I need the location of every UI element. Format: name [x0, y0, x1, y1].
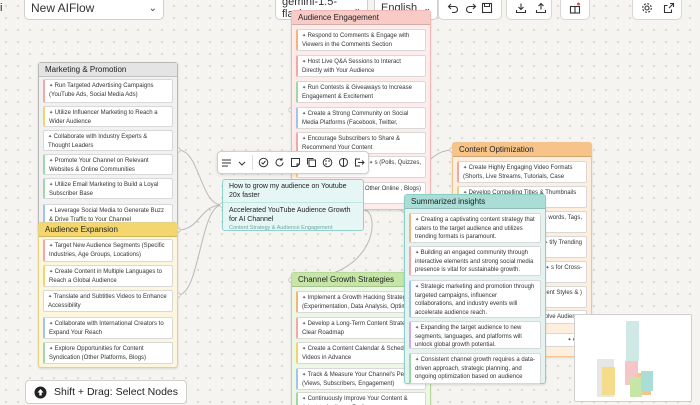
- copy-icon: [307, 158, 317, 167]
- brain-button[interactable]: [336, 157, 352, 168]
- list-item[interactable]: Create Highly Engaging Video Formats (Sh…: [457, 161, 587, 183]
- flow-name: New AIFlow: [31, 1, 95, 15]
- root-answer: Accelerated YouTube Audience Growth for …: [229, 207, 351, 223]
- list-item[interactable]: Run Targeted Advertising Campaigns (YouT…: [43, 79, 173, 103]
- refresh-icon: [275, 158, 284, 167]
- list-item[interactable]: Utilize Influencer Marketing to Reach a …: [43, 106, 173, 127]
- dropdown-button[interactable]: [234, 159, 250, 167]
- templates-button[interactable]: [562, 0, 588, 20]
- list-item[interactable]: Translate and Subtitles Videos to Enhanc…: [43, 290, 173, 312]
- save-button[interactable]: [474, 0, 500, 20]
- gift-icon: [569, 2, 581, 14]
- caret-down-icon: [238, 161, 246, 166]
- node-title: Marketing & Promotion: [39, 63, 177, 77]
- node-root[interactable]: How to grow my audience on Youtube 20x f…: [222, 179, 364, 231]
- node-title: Content Optimization: [453, 143, 591, 157]
- download-icon: [515, 3, 527, 14]
- list-item[interactable]: Respond to Comments & Engage with Viewer…: [296, 29, 426, 51]
- root-tag: Content Strategy & Audience Engagement: [229, 225, 333, 231]
- list-item[interactable]: Run Contests & Giveaways to Increase Eng…: [296, 81, 426, 103]
- root-question: How to grow my audience on Youtube 20x f…: [223, 180, 363, 203]
- export-icon: [355, 158, 366, 167]
- list-item[interactable]: Host Live Q&A Sessions to Interact Direc…: [296, 55, 426, 77]
- list-item[interactable]: Collaborate with International Creators …: [43, 317, 173, 339]
- flow-menu-stub[interactable]: i: [0, 2, 2, 14]
- node-menu-button[interactable]: [218, 158, 234, 168]
- list-item[interactable]: Expanding the target audience to new seg…: [409, 321, 541, 349]
- color-button[interactable]: [320, 157, 336, 168]
- list-item[interactable]: Continuously Improve Your Content & Adap…: [296, 392, 426, 405]
- share-button[interactable]: [656, 0, 682, 20]
- minimap-node: [641, 371, 653, 391]
- shortcut-hint: Shift + Drag: Select Nodes: [25, 380, 188, 404]
- node-title: Audience Engagement: [292, 11, 430, 25]
- upload-icon: [535, 2, 547, 14]
- list-item[interactable]: Creating a captivating content strategy …: [409, 213, 541, 243]
- node-title: Summarized insights: [405, 195, 545, 209]
- node-summarized-insights[interactable]: Summarized insights Creating a captivati…: [404, 194, 546, 384]
- brain-icon: [339, 158, 349, 167]
- node-audience-expansion[interactable]: Audience Expansion Target New Audience S…: [38, 222, 178, 368]
- minimap-node: [626, 321, 639, 361]
- menu-icon: [221, 159, 231, 166]
- note-button[interactable]: [287, 157, 303, 168]
- list-item[interactable]: Target New Audience Segments (Specific I…: [43, 239, 173, 262]
- node-marketing-promotion[interactable]: Marketing & Promotion Run Targeted Adver…: [38, 62, 178, 234]
- list-item[interactable]: Consistent channel growth requires a dat…: [409, 353, 541, 384]
- minimap[interactable]: [574, 314, 692, 402]
- upload-button[interactable]: [528, 0, 554, 20]
- list-item[interactable]: Create Content in Multiple Languages to …: [43, 265, 173, 287]
- list-item[interactable]: Strategic marketing and promotion throug…: [409, 280, 541, 318]
- shift-key-icon: [34, 386, 47, 398]
- ai-action-button[interactable]: [255, 157, 271, 168]
- node-action-toolbar: [217, 151, 369, 174]
- ai-icon: [258, 157, 268, 168]
- flow-selector[interactable]: New AIFlow ⌄: [24, 0, 164, 20]
- share-icon: [663, 2, 675, 14]
- export-button[interactable]: [352, 157, 368, 168]
- refresh-button[interactable]: [271, 157, 287, 168]
- list-item[interactable]: Collaborate with Industry Experts & Thou…: [43, 130, 173, 151]
- node-title: Audience Expansion: [39, 223, 177, 237]
- list-item[interactable]: Explore Opportunities for Content Syndic…: [43, 342, 173, 364]
- list-item[interactable]: Create a Strong Community on Social Medi…: [296, 107, 426, 129]
- note-icon: [290, 158, 300, 167]
- chevron-down-icon: ⌄: [148, 2, 157, 14]
- copy-button[interactable]: [303, 157, 319, 168]
- shortcut-hint-label: Shift + Drag: Select Nodes: [54, 386, 179, 398]
- palette-icon: [322, 157, 333, 168]
- gear-icon: [642, 3, 652, 13]
- list-item[interactable]: Promote Your Channel on Relevant Website…: [43, 154, 173, 175]
- list-item[interactable]: Utilize Email Marketing to Build a Loyal…: [43, 178, 173, 199]
- minimap-node: [602, 367, 615, 395]
- list-item[interactable]: Building an engaged community through in…: [409, 246, 541, 276]
- save-icon: [481, 2, 493, 14]
